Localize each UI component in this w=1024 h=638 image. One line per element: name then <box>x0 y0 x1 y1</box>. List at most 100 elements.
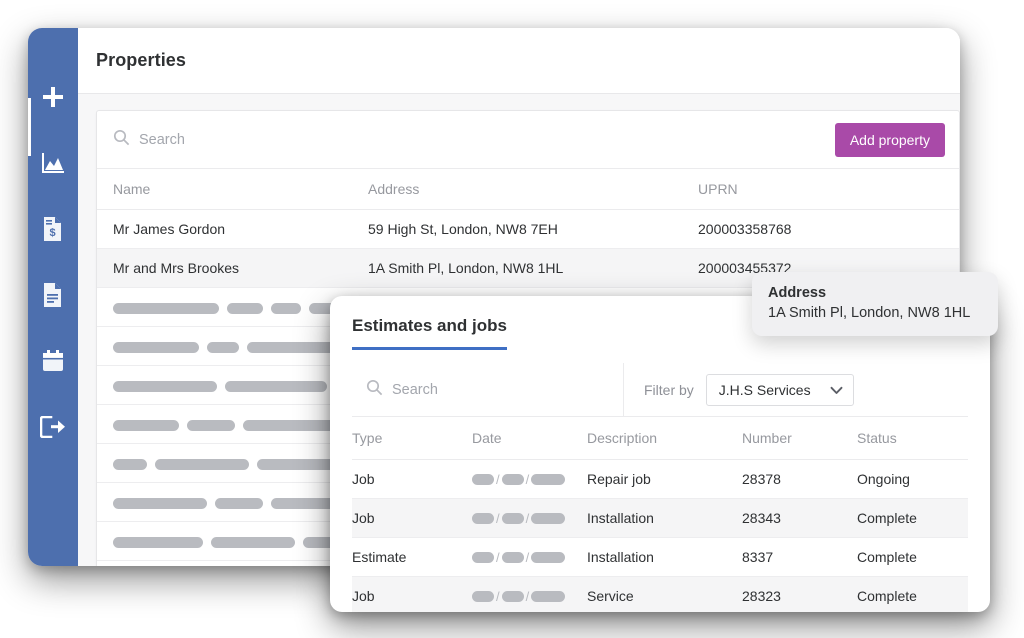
screenshot-root: $ <box>0 0 1024 638</box>
jobs-table-row[interactable]: Job//Service28323Complete <box>352 577 968 613</box>
calendar-icon <box>41 349 65 373</box>
date-placeholder-pill <box>472 552 494 563</box>
date-placeholder-pill <box>472 474 494 485</box>
estimates-and-jobs-panel: Estimates and jobs Search Filter by <box>330 296 990 612</box>
cell-type: Job <box>352 499 472 538</box>
sidebar: $ <box>28 28 78 566</box>
date-placeholder-pill <box>502 552 524 563</box>
date-placeholder-pill <box>472 591 494 602</box>
skeleton-pill <box>187 420 235 431</box>
cell-date: // <box>472 460 587 499</box>
date-placeholder-pill <box>531 591 565 602</box>
cell-description: Service <box>587 577 742 613</box>
date-separator: / <box>496 472 500 487</box>
cell-status: Ongoing <box>857 460 968 499</box>
date-placeholder-pill <box>531 474 565 485</box>
skeleton-pill <box>225 381 327 392</box>
svg-text:$: $ <box>49 227 55 239</box>
cell-number: 28378 <box>742 460 857 499</box>
properties-toolbar: Search Add property <box>97 111 959 169</box>
jobs-table: Type Date Description Number Status Job/… <box>352 417 968 612</box>
page-title: Properties <box>96 50 186 71</box>
tooltip-title: Address <box>768 285 982 301</box>
search-placeholder: Search <box>139 132 185 148</box>
skeleton-pill <box>113 303 219 314</box>
cell-description: Installation <box>587 499 742 538</box>
plus-icon <box>40 84 66 110</box>
address-tooltip: Address 1A Smith Pl, London, NW8 1HL <box>752 272 998 336</box>
cell-name: Mr and Mrs Brookes <box>97 249 352 288</box>
search-icon <box>366 379 383 401</box>
cell-address: 59 High St, London, NW8 7EH <box>352 210 682 249</box>
cell-date: // <box>472 499 587 538</box>
skeleton-pill <box>207 342 239 353</box>
panel-search-placeholder: Search <box>392 382 438 398</box>
cell-address: 1A Smith Pl, London, NW8 1HL <box>352 249 682 288</box>
column-header-status: Status <box>857 417 968 460</box>
table-row[interactable]: Mr James Gordon 59 High St, London, NW8 … <box>97 210 959 249</box>
date-separator: / <box>496 550 500 565</box>
search-input[interactable]: Search <box>113 129 835 151</box>
filter-select-value: J.H.S Services <box>719 382 811 398</box>
chevron-down-icon <box>830 382 843 398</box>
cell-type: Estimate <box>352 538 472 577</box>
sidebar-item-logout[interactable] <box>28 394 78 460</box>
logout-icon <box>40 416 66 438</box>
sidebar-item-calendar[interactable] <box>28 328 78 394</box>
skeleton-pill <box>113 381 217 392</box>
sidebar-item-documents[interactable] <box>28 262 78 328</box>
jobs-table-row[interactable]: Estimate//Installation8337Complete <box>352 538 968 577</box>
search-icon <box>113 129 130 151</box>
column-header-name: Name <box>97 169 352 210</box>
document-icon <box>42 282 64 308</box>
panel-title: Estimates and jobs <box>352 316 507 350</box>
date-separator: / <box>496 511 500 526</box>
column-header-address: Address <box>352 169 682 210</box>
skeleton-pill <box>227 303 263 314</box>
panel-search-input[interactable]: Search <box>352 363 624 416</box>
panel-toolbar: Search Filter by J.H.S Services <box>352 363 968 417</box>
jobs-table-body: Job//Repair job28378OngoingJob//Installa… <box>352 460 968 613</box>
cell-date: // <box>472 577 587 613</box>
sidebar-item-reports[interactable] <box>28 130 78 196</box>
sidebar-item-invoices[interactable]: $ <box>28 196 78 262</box>
filter-group: Filter by J.H.S Services <box>624 374 854 406</box>
column-header-type: Type <box>352 417 472 460</box>
jobs-table-row[interactable]: Job//Installation28343Complete <box>352 499 968 538</box>
skeleton-pill <box>113 420 179 431</box>
cell-name: Mr James Gordon <box>97 210 352 249</box>
cell-status: Complete <box>857 538 968 577</box>
skeleton-pill <box>155 459 249 470</box>
filter-label: Filter by <box>644 382 694 398</box>
skeleton-pill <box>247 342 341 353</box>
cell-type: Job <box>352 577 472 613</box>
skeleton-pill <box>113 459 147 470</box>
add-property-button[interactable]: Add property <box>835 123 945 157</box>
skeleton-pill <box>113 498 207 509</box>
cell-date: // <box>472 538 587 577</box>
jobs-table-row[interactable]: Job//Repair job28378Ongoing <box>352 460 968 499</box>
column-header-number: Number <box>742 417 857 460</box>
date-separator: / <box>526 511 530 526</box>
date-placeholder-pill <box>472 513 494 524</box>
jobs-header-row: Type Date Description Number Status <box>352 417 968 460</box>
sidebar-item-add[interactable] <box>28 64 78 130</box>
date-placeholder-pill <box>502 513 524 524</box>
invoice-dollar-icon: $ <box>42 216 64 242</box>
date-separator: / <box>526 550 530 565</box>
skeleton-pill <box>113 537 203 548</box>
cell-number: 28343 <box>742 499 857 538</box>
filter-select[interactable]: J.H.S Services <box>706 374 854 406</box>
date-placeholder-pill <box>502 474 524 485</box>
skeleton-pill <box>211 537 295 548</box>
page-header: Properties <box>78 28 960 94</box>
skeleton-pill <box>215 498 263 509</box>
skeleton-pill <box>271 303 301 314</box>
skeleton-pill <box>113 342 199 353</box>
date-placeholder-pill <box>531 513 565 524</box>
tooltip-text: 1A Smith Pl, London, NW8 1HL <box>768 305 982 321</box>
sidebar-active-indicator <box>28 98 31 156</box>
cell-description: Repair job <box>587 460 742 499</box>
date-placeholder-pill <box>531 552 565 563</box>
cell-status: Complete <box>857 577 968 613</box>
